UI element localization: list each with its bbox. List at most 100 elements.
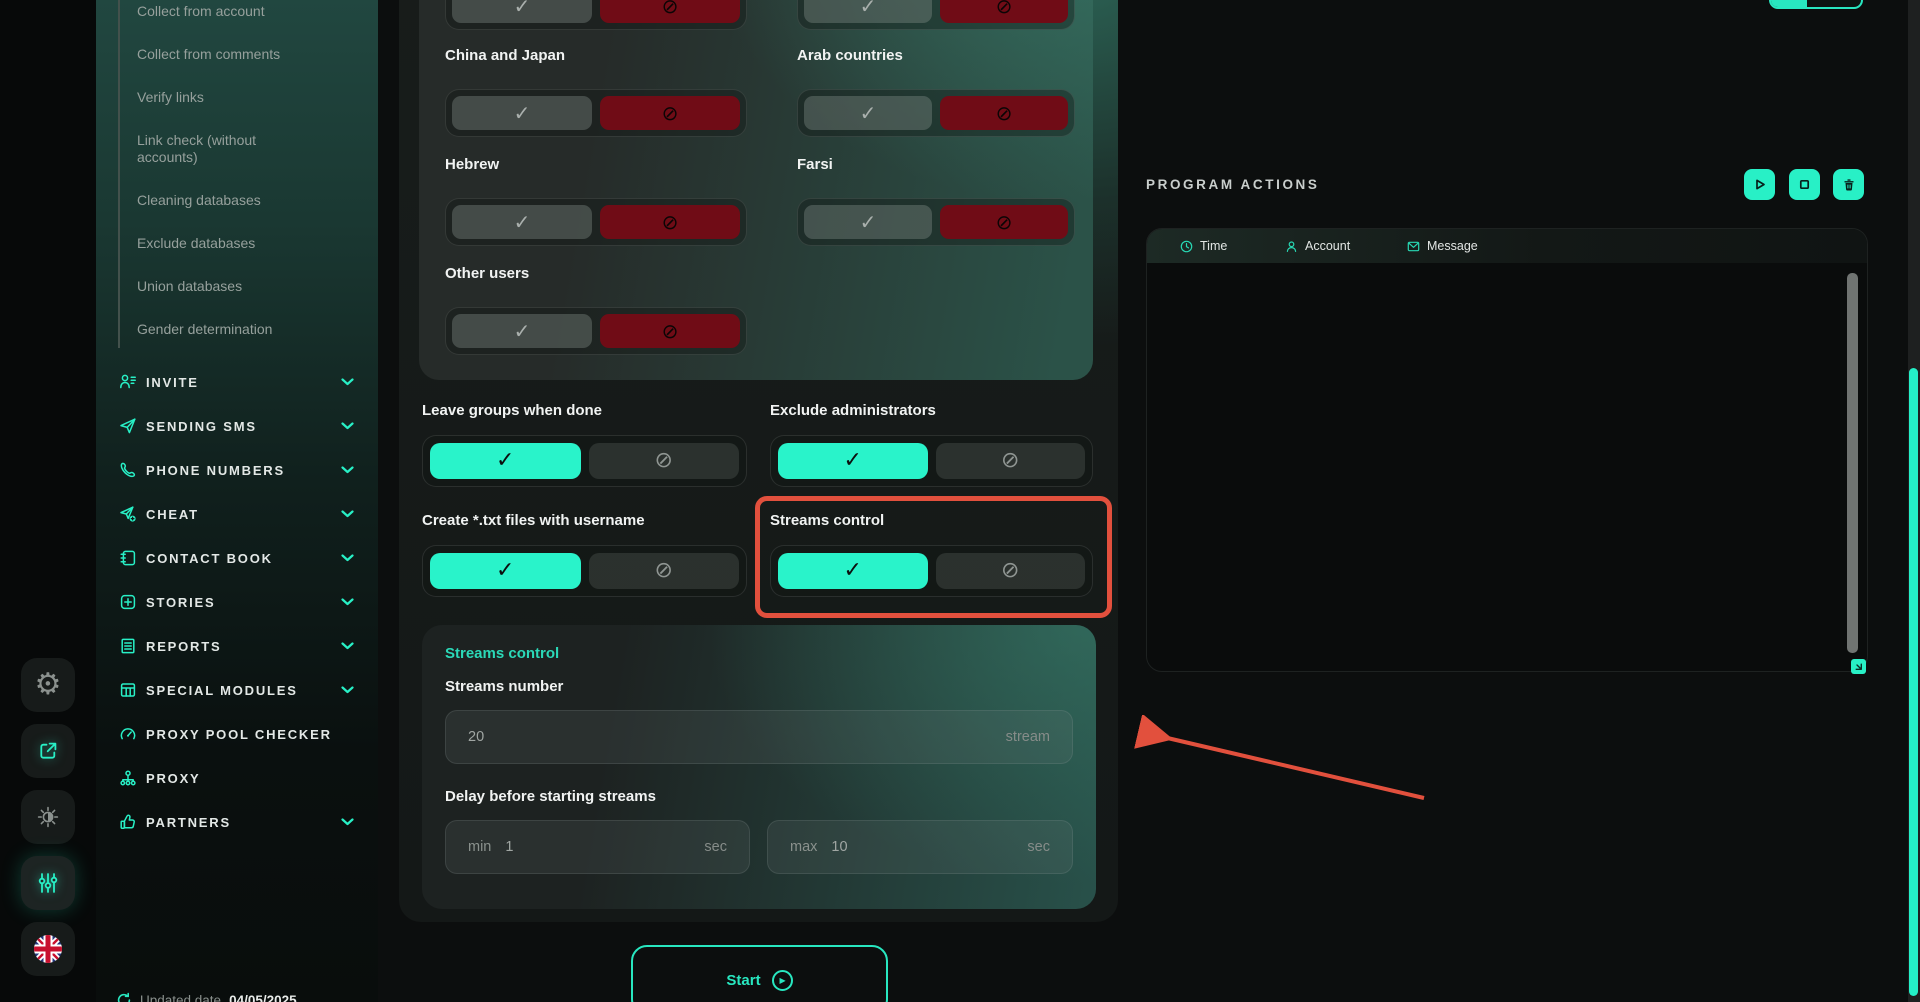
table-resize-handle[interactable]: [1851, 659, 1866, 674]
language-button[interactable]: [21, 922, 75, 976]
submenu-item-exclude-databases[interactable]: Exclude databases: [137, 235, 333, 252]
thumbs-up-icon: [119, 813, 137, 831]
sidebar-item-partners[interactable]: PARTNERS: [96, 800, 378, 844]
enable-toggle[interactable]: [430, 553, 581, 589]
submenu-item-gender-determination[interactable]: Gender determination: [137, 321, 333, 338]
sidebar-item-proxy[interactable]: PROXY: [96, 756, 378, 800]
refresh-icon: [116, 992, 132, 1002]
prohibit-icon: [996, 212, 1013, 232]
allow-toggle[interactable]: [452, 96, 592, 130]
enable-toggle[interactable]: [430, 443, 581, 479]
program-actions-title: PROGRAM ACTIONS: [1146, 177, 1320, 192]
disable-toggle[interactable]: [936, 443, 1086, 479]
stop-icon: [1797, 177, 1812, 192]
streams-number-input[interactable]: 20 stream: [445, 710, 1073, 764]
account-icon: [1285, 240, 1298, 253]
clear-actions-button[interactable]: [1833, 169, 1864, 200]
sidebar-item-stories[interactable]: STORIES: [96, 580, 378, 624]
language-label: Farsi: [797, 156, 833, 173]
sidebar-item-reports[interactable]: REPORTS: [96, 624, 378, 668]
deny-toggle[interactable]: [940, 96, 1068, 130]
filters-button[interactable]: [21, 856, 75, 910]
streams-number-value: 20: [468, 729, 484, 745]
deny-toggle[interactable]: [600, 314, 740, 348]
sidebar-item-contact-book[interactable]: CONTACT BOOK: [96, 536, 378, 580]
column-label: Message: [1427, 239, 1478, 253]
language-label: China and Japan: [445, 47, 565, 64]
submenu-item-collect-from-account[interactable]: Collect from account: [137, 3, 333, 20]
table-header: Time Account Message: [1147, 229, 1867, 263]
prohibit-icon: [996, 0, 1013, 16]
submenu-item-cleaning-databases[interactable]: Cleaning databases: [137, 192, 333, 209]
allow-toggle[interactable]: [804, 0, 932, 23]
prohibit-icon: [662, 103, 679, 123]
stop-actions-button[interactable]: [1789, 169, 1820, 200]
send-icon: [119, 417, 137, 435]
toggle-leave-groups: [422, 435, 747, 487]
page-scrollbar-thumb[interactable]: [1909, 368, 1918, 996]
submenu-item-link-check[interactable]: Link check (without accounts): [137, 132, 307, 166]
sidebar-item-phone-numbers[interactable]: PHONE NUMBERS: [96, 448, 378, 492]
language-toggle-group-arab-countries: [797, 89, 1075, 137]
sidebar-item-special-modules[interactable]: SPECIAL MODULES: [96, 668, 378, 712]
submenu-item-collect-from-comments[interactable]: Collect from comments: [137, 46, 333, 63]
chevron-down-icon: [341, 510, 354, 518]
allow-toggle[interactable]: [804, 96, 932, 130]
deny-toggle[interactable]: [940, 0, 1068, 23]
app-root: ⚙: [0, 0, 1920, 1002]
disable-toggle[interactable]: [589, 553, 740, 589]
external-link-icon: [37, 740, 59, 762]
deny-toggle[interactable]: [600, 205, 740, 239]
check-icon: [514, 321, 531, 341]
chevron-down-icon: [341, 818, 354, 826]
allow-toggle[interactable]: [452, 0, 592, 23]
option-label: Create *.txt files with username: [422, 512, 645, 529]
enable-toggle[interactable]: [778, 553, 928, 589]
allow-toggle[interactable]: [452, 205, 592, 239]
disable-toggle[interactable]: [589, 443, 740, 479]
option-label: Leave groups when done: [422, 402, 602, 419]
contact-book-icon: [119, 549, 137, 567]
start-button[interactable]: Start: [631, 945, 888, 1002]
theme-button[interactable]: [21, 790, 75, 844]
speedometer-icon: [119, 725, 137, 743]
sidebar-item-cheat[interactable]: CHEAT: [96, 492, 378, 536]
sidebar-item-label: PROXY: [146, 771, 201, 786]
allow-toggle[interactable]: [452, 314, 592, 348]
delay-max-input[interactable]: max10 sec: [767, 820, 1073, 874]
check-icon: [514, 0, 531, 16]
toggle-streams-control: [770, 545, 1093, 597]
deny-toggle[interactable]: [600, 96, 740, 130]
special-modules-icon: [119, 681, 137, 699]
disable-toggle[interactable]: [936, 553, 1086, 589]
check-icon: [496, 560, 514, 582]
deny-toggle[interactable]: [940, 205, 1068, 239]
header-toggle[interactable]: [1769, 0, 1863, 9]
prohibit-icon: [662, 321, 679, 341]
table-scrollbar-thumb[interactable]: [1847, 273, 1858, 653]
sidebar-item-label: PHONE NUMBERS: [146, 463, 285, 478]
delay-min-input[interactable]: min1 sec: [445, 820, 750, 874]
settings-button[interactable]: ⚙: [21, 658, 75, 712]
option-label: Exclude administrators: [770, 402, 936, 419]
sidebar-item-label: REPORTS: [146, 639, 221, 654]
check-icon: [514, 212, 531, 232]
chevron-down-icon: [341, 466, 354, 474]
play-icon: [1752, 177, 1767, 192]
deny-toggle[interactable]: [600, 0, 740, 23]
sidebar-menu: INVITE SENDING SMS PHONE NUMBERS CHEAT C: [96, 360, 378, 844]
chevron-down-icon: [341, 378, 354, 386]
allow-toggle[interactable]: [804, 205, 932, 239]
sidebar-item-invite[interactable]: INVITE: [96, 360, 378, 404]
run-actions-button[interactable]: [1744, 169, 1775, 200]
external-link-button[interactable]: [21, 724, 75, 778]
check-icon: [860, 212, 877, 232]
enable-toggle[interactable]: [778, 443, 928, 479]
program-actions-table: Time Account Message: [1146, 228, 1868, 672]
check-icon: [844, 560, 862, 582]
submenu-item-union-databases[interactable]: Union databases: [137, 278, 333, 295]
submenu-item-verify-links[interactable]: Verify links: [137, 89, 333, 106]
prohibit-icon: [662, 212, 679, 232]
sidebar-item-sending-sms[interactable]: SENDING SMS: [96, 404, 378, 448]
sidebar-item-proxy-pool-checker[interactable]: PROXY POOL CHECKER: [96, 712, 378, 756]
